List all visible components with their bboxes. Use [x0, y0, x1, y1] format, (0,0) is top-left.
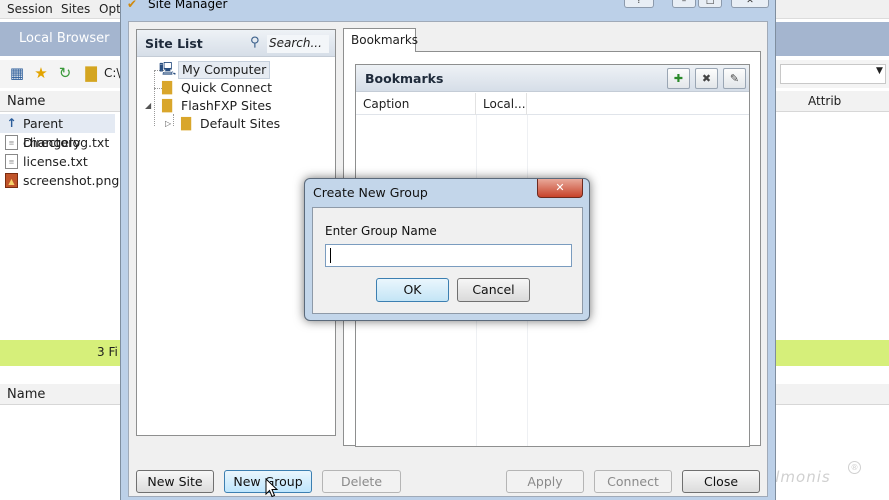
tree-item-label: Quick Connect [181, 80, 273, 95]
tree-item-label: FlashFXP Sites [181, 98, 272, 113]
flashfxp-logo-icon: ✔ [127, 0, 138, 11]
delete-bookmark-icon[interactable]: ✖ [695, 68, 718, 89]
text-file-icon: ≡ [5, 135, 18, 150]
column-name-label: Name [7, 94, 46, 109]
local-browser-label: Local Browser [19, 31, 110, 46]
mouse-cursor-icon [265, 478, 279, 498]
file-name: screenshot.png [23, 173, 120, 188]
folder-icon: ▇ [162, 98, 172, 113]
file-row[interactable]: ≡ license.txt [0, 152, 115, 171]
watermark-badge-icon: ® [848, 461, 861, 474]
dialog-title: Create New Group [313, 185, 428, 200]
computer-icon: 🖳 [159, 62, 177, 77]
collapse-triangle-icon[interactable]: ◢ [145, 101, 151, 110]
group-name-label: Enter Group Name [325, 224, 437, 238]
cancel-button[interactable]: Cancel [457, 278, 530, 302]
tab-label: Bookmarks [351, 33, 419, 47]
up-arrow-icon: ↑ [6, 116, 17, 130]
menu-options[interactable]: Opt [99, 2, 121, 16]
search-icon[interactable]: ⚲ [250, 36, 264, 50]
site-list-title: Site List [145, 36, 203, 51]
tree-item-label: My Computer [178, 61, 271, 79]
site-manager-title: Site Manager [148, 0, 228, 11]
tree-item-default-sites[interactable]: ▇ Default Sites [175, 115, 315, 133]
refresh-icon[interactable]: ↻ [56, 64, 74, 82]
column-caption[interactable]: Caption [356, 93, 476, 115]
text-caret [330, 248, 331, 263]
connect-button[interactable]: Connect [594, 470, 672, 493]
bookmarks-column-header: Caption Local... [356, 93, 749, 115]
tree-line [154, 70, 155, 126]
close-button[interactable]: Close [682, 470, 760, 493]
add-bookmark-icon[interactable]: ✚ [667, 68, 690, 89]
chevron-down-icon[interactable]: ▼ [876, 66, 883, 76]
column-name-label: Name [7, 387, 46, 402]
folder-icon: ▇ [181, 116, 191, 131]
edit-bookmark-icon[interactable]: ✎ [723, 68, 746, 89]
menu-session[interactable]: Session [7, 2, 53, 16]
new-site-button[interactable]: New Site [136, 470, 214, 493]
tree-item-quick-connect[interactable]: ▇ Quick Connect [156, 79, 296, 97]
text-file-icon: ≡ [5, 154, 18, 169]
remote-path-combo[interactable] [780, 64, 886, 84]
remote-browser-header [776, 22, 889, 56]
minimize-caption-button[interactable]: – [672, 0, 696, 8]
queue-column-header [776, 384, 889, 405]
menu-sites[interactable]: Sites [61, 2, 90, 16]
image-file-icon: ▲ [5, 173, 18, 188]
bookmarks-title: Bookmarks [365, 71, 444, 86]
expand-triangle-icon[interactable]: ▷ [165, 119, 171, 128]
star-icon[interactable]: ★ [32, 64, 50, 82]
file-row[interactable]: ▲ screenshot.png [0, 171, 119, 190]
file-name: license.txt [23, 154, 88, 169]
help-caption-button[interactable]: ? [624, 0, 654, 8]
dialog-close-button[interactable]: ✕ [537, 179, 583, 198]
queue-column-header-name[interactable]: Name [0, 384, 120, 405]
site-list-header: Site List ⚲ Search... [137, 30, 335, 57]
remote-status-bar [776, 340, 889, 366]
group-name-input[interactable] [325, 244, 572, 267]
tree-line [173, 114, 174, 126]
tree-item-flashfxp-sites[interactable]: ▇ FlashFXP Sites [156, 97, 296, 115]
file-name: changelog.txt [23, 135, 110, 150]
column-local[interactable]: Local... [476, 93, 527, 115]
folder-icon: ▇ [162, 80, 172, 95]
ok-button[interactable]: OK [376, 278, 449, 302]
file-row[interactable]: ≡ changelog.txt [0, 133, 115, 152]
local-browser-header[interactable]: Local Browser [0, 22, 120, 56]
delete-button[interactable]: Delete [322, 470, 401, 493]
dialog-body: Enter Group Name OK Cancel [312, 207, 583, 314]
maximize-caption-button[interactable]: □ [698, 0, 722, 8]
close-caption-button[interactable]: ✕ [731, 0, 769, 8]
create-new-group-dialog: Create New Group ✕ Enter Group Name OK C… [304, 178, 590, 321]
local-column-header-name[interactable]: Name [0, 91, 120, 112]
status-text: 3 Fi [97, 345, 118, 359]
tree-item-my-computer[interactable]: 🖳 My Computer [156, 61, 296, 79]
view-icon[interactable]: ▦ [8, 64, 26, 82]
apply-button[interactable]: Apply [506, 470, 584, 493]
remote-column-attrib[interactable]: Attrib [808, 94, 841, 108]
tab-bookmarks[interactable]: Bookmarks [343, 28, 419, 52]
search-input[interactable]: Search... [267, 35, 329, 53]
tree-item-label: Default Sites [200, 116, 281, 131]
local-status-bar: 3 Fi [0, 340, 120, 366]
folder-icon: ▇ [85, 64, 97, 82]
local-path[interactable]: C:\ [104, 66, 120, 80]
bookmarks-header: Bookmarks ✚ ✖ ✎ [356, 65, 749, 92]
file-row[interactable]: ↑ Parent Directory [0, 114, 115, 150]
